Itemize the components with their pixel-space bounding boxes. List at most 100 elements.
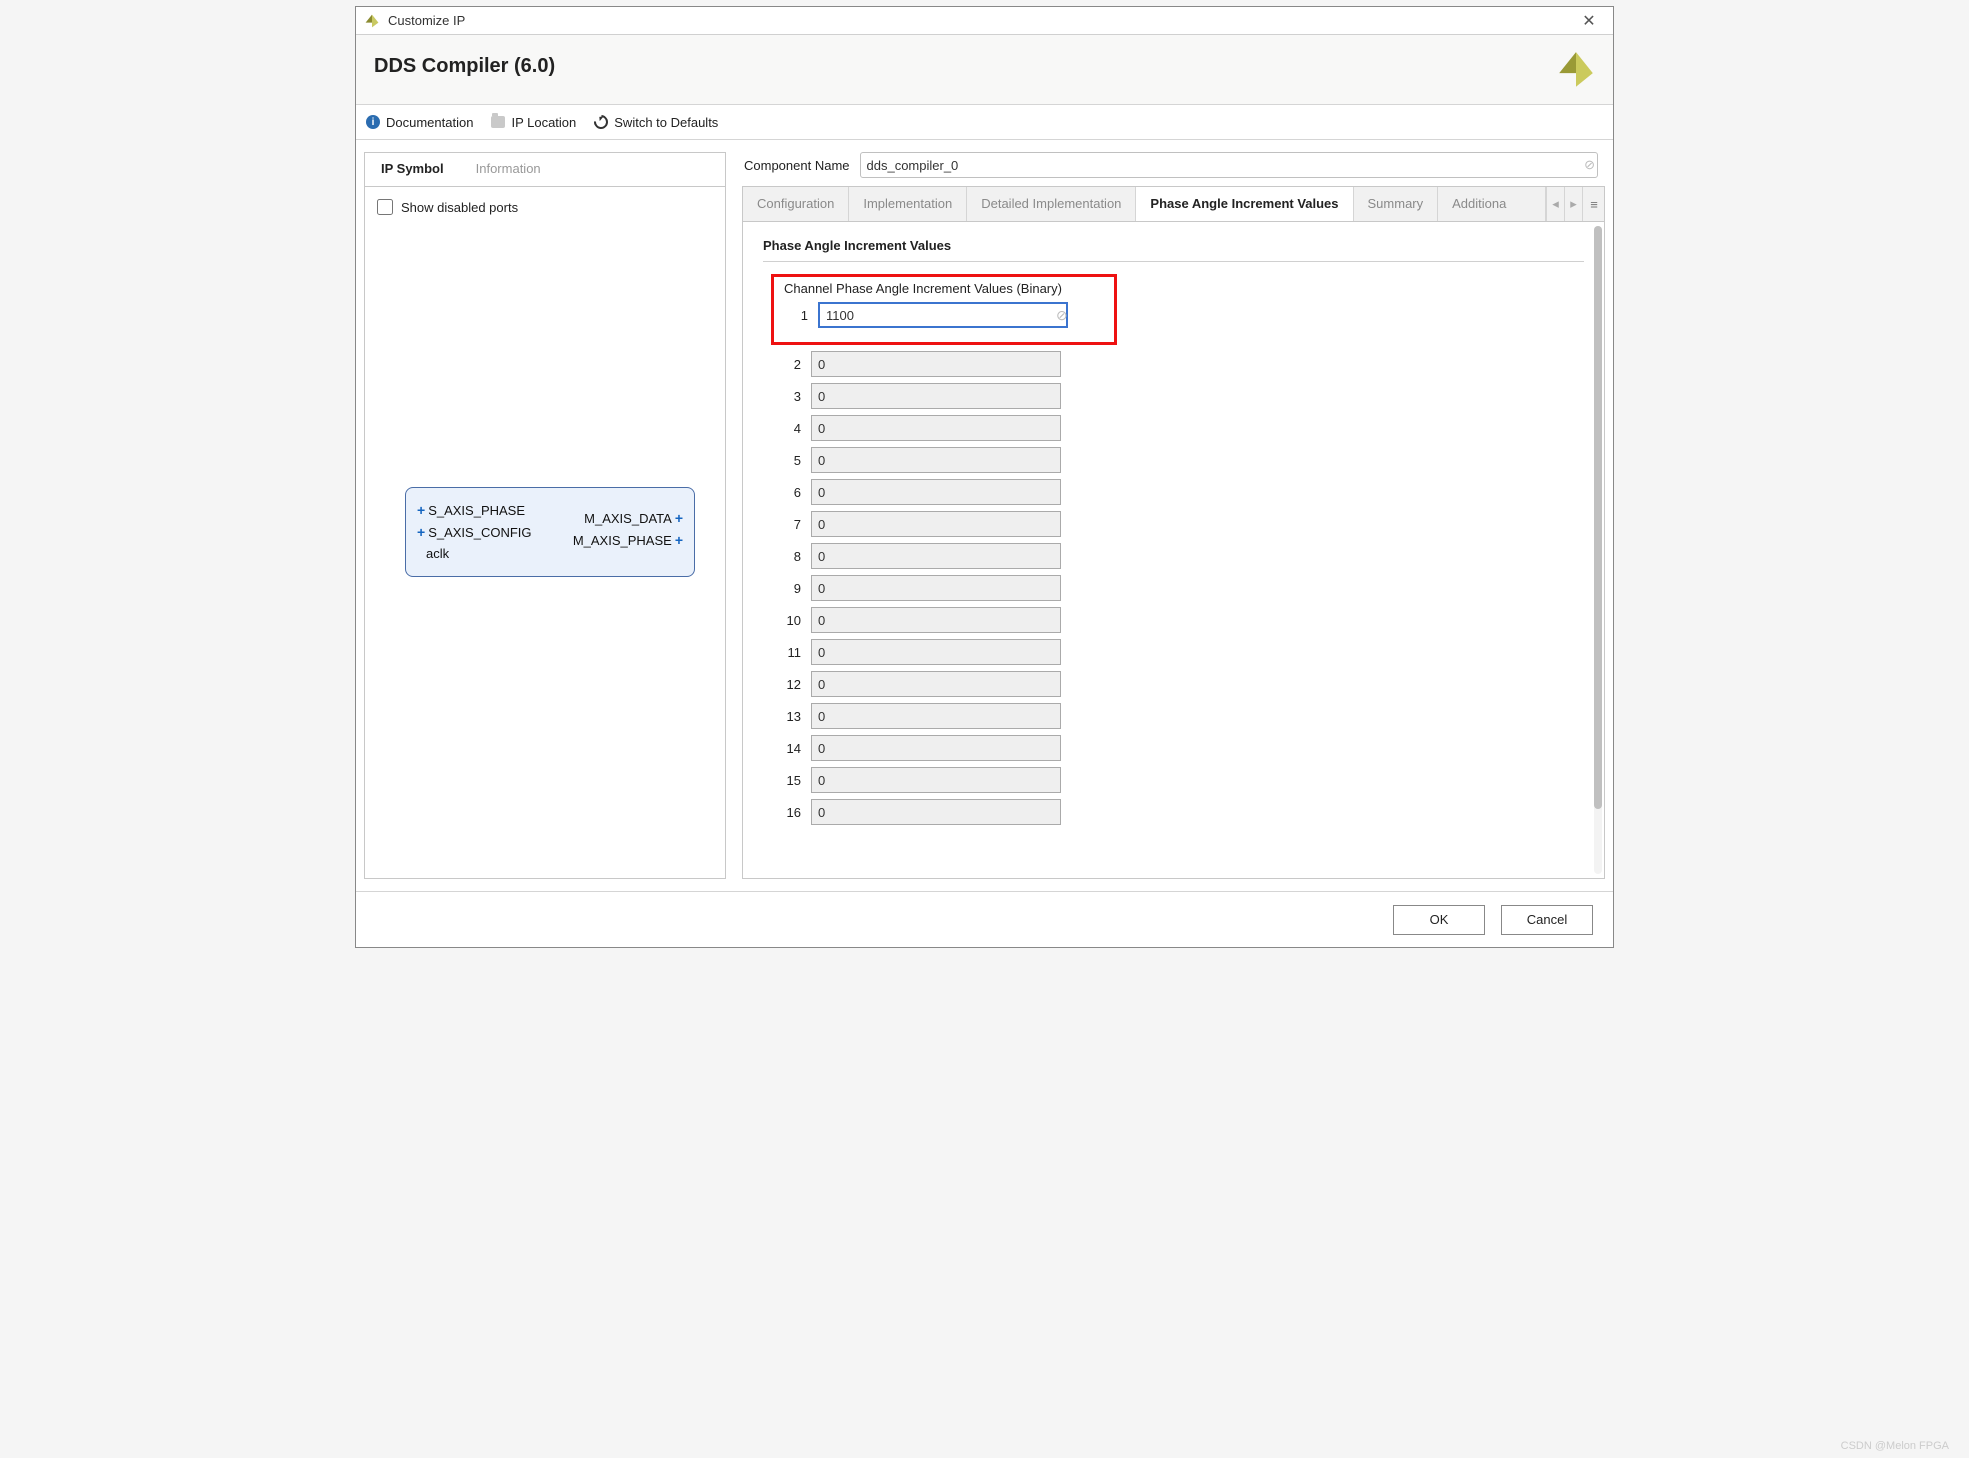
dialog-footer: OK Cancel <box>356 891 1613 947</box>
switch-defaults-link[interactable]: Switch to Defaults <box>594 115 718 130</box>
row-index: 14 <box>777 741 801 756</box>
value-row-1: 1 ⊘ <box>784 302 1108 328</box>
value-row-9: 9 <box>777 575 1584 601</box>
config-panel: Component Name ⊘ Configuration Implement… <box>742 152 1605 879</box>
row-index: 4 <box>777 421 801 436</box>
expand-icon[interactable]: + <box>675 510 683 526</box>
scrollbar-thumb[interactable] <box>1594 226 1602 809</box>
channel-value-input-6[interactable] <box>811 479 1061 505</box>
documentation-link[interactable]: i Documentation <box>366 115 473 130</box>
expand-icon[interactable]: + <box>417 524 425 540</box>
channel-value-input-4[interactable] <box>811 415 1061 441</box>
channel-value-input-2[interactable] <box>811 351 1061 377</box>
component-name-input[interactable] <box>860 152 1599 178</box>
channel-value-input-8[interactable] <box>811 543 1061 569</box>
row-index: 10 <box>777 613 801 628</box>
row-index: 6 <box>777 485 801 500</box>
channel-value-input-9[interactable] <box>811 575 1061 601</box>
component-name-row: Component Name ⊘ <box>742 152 1605 186</box>
row-index: 12 <box>777 677 801 692</box>
tab-configuration[interactable]: Configuration <box>743 187 849 221</box>
channel-value-input-11[interactable] <box>811 639 1061 665</box>
tab-detailed-implementation[interactable]: Detailed Implementation <box>967 187 1136 221</box>
row-index: 11 <box>777 645 801 660</box>
show-disabled-ports-label: Show disabled ports <box>401 200 518 215</box>
row-index: 2 <box>777 357 801 372</box>
value-row-10: 10 <box>777 607 1584 633</box>
channel-value-input-10[interactable] <box>811 607 1061 633</box>
value-row-2: 2 <box>777 351 1584 377</box>
header-toolbar: i Documentation IP Location Switch to Def… <box>356 104 1613 140</box>
value-rows-container: 2 3 4 5 6 7 8 9 10 11 12 13 14 15 16 <box>763 351 1584 825</box>
channel-value-input-16[interactable] <box>811 799 1061 825</box>
row-index: 3 <box>777 389 801 404</box>
value-row-7: 7 <box>777 511 1584 537</box>
tab-summary[interactable]: Summary <box>1354 187 1439 221</box>
tab-phase-angle-increment[interactable]: Phase Angle Increment Values <box>1136 187 1353 221</box>
value-row-3: 3 <box>777 383 1584 409</box>
row-index: 1 <box>784 308 808 323</box>
scrollbar[interactable] <box>1594 226 1602 874</box>
row-index: 5 <box>777 453 801 468</box>
switch-defaults-label: Switch to Defaults <box>614 115 718 130</box>
clear-icon[interactable]: ⊘ <box>1584 157 1595 173</box>
channel-value-input-5[interactable] <box>811 447 1061 473</box>
value-row-13: 13 <box>777 703 1584 729</box>
documentation-label: Documentation <box>386 115 473 130</box>
tab-information[interactable]: Information <box>460 153 557 186</box>
window-title: Customize IP <box>388 13 1573 28</box>
group-title: Channel Phase Angle Increment Values (Bi… <box>784 281 1108 296</box>
phase-angle-tab-content: Phase Angle Increment Values Channel Pha… <box>742 222 1605 879</box>
info-icon: i <box>366 115 380 129</box>
value-row-16: 16 <box>777 799 1584 825</box>
port-m-axis-data: M_AXIS_DATA+ <box>584 510 686 526</box>
show-disabled-ports-checkbox[interactable] <box>377 199 393 215</box>
dialog-body: IP Symbol Information Show disabled port… <box>356 140 1613 891</box>
value-row-15: 15 <box>777 767 1584 793</box>
ip-title: DDS Compiler (6.0) <box>374 55 1595 78</box>
row-index: 8 <box>777 549 801 564</box>
row-index: 9 <box>777 581 801 596</box>
config-tabs: Configuration Implementation Detailed Im… <box>742 186 1605 222</box>
tabs-scroll-left[interactable]: ◂ <box>1546 187 1564 221</box>
tabs-scroll-right[interactable]: ▸ <box>1564 187 1582 221</box>
channel-value-input-13[interactable] <box>811 703 1061 729</box>
channel-value-input-1[interactable] <box>818 302 1068 328</box>
tabs-menu-icon[interactable]: ≡ <box>1582 187 1604 221</box>
watermark: CSDN @Melon FPGA <box>1841 1440 1949 1452</box>
port-s-axis-phase: +S_AXIS_PHASE <box>414 502 525 518</box>
close-button[interactable]: ✕ <box>1573 11 1605 31</box>
tab-ip-symbol[interactable]: IP Symbol <box>365 153 460 186</box>
expand-icon[interactable]: + <box>417 502 425 518</box>
ip-block-diagram: +S_AXIS_PHASE +S_AXIS_CONFIG aclk M_AXIS… <box>405 487 695 577</box>
ip-location-label: IP Location <box>511 115 576 130</box>
ok-button[interactable]: OK <box>1393 905 1485 935</box>
folder-icon <box>491 116 505 128</box>
row-index: 13 <box>777 709 801 724</box>
customize-ip-dialog: Customize IP ✕ DDS Compiler (6.0) i Docum… <box>355 6 1614 948</box>
value-row-12: 12 <box>777 671 1584 697</box>
channel-value-input-14[interactable] <box>811 735 1061 761</box>
port-aclk: aclk <box>426 546 449 561</box>
tab-implementation[interactable]: Implementation <box>849 187 967 221</box>
vendor-logo-icon <box>1555 49 1597 91</box>
expand-icon[interactable]: + <box>675 532 683 548</box>
show-disabled-ports-row[interactable]: Show disabled ports <box>377 199 713 215</box>
cancel-button[interactable]: Cancel <box>1501 905 1593 935</box>
channel-value-input-15[interactable] <box>811 767 1061 793</box>
ip-location-link[interactable]: IP Location <box>491 115 576 130</box>
value-row-5: 5 <box>777 447 1584 473</box>
clear-icon[interactable]: ⊘ <box>1056 307 1068 324</box>
value-row-4: 4 <box>777 415 1584 441</box>
channel-value-input-3[interactable] <box>811 383 1061 409</box>
channel-value-input-7[interactable] <box>811 511 1061 537</box>
tab-additional[interactable]: Additiona <box>1438 187 1546 221</box>
section-title: Phase Angle Increment Values <box>763 238 1584 262</box>
port-s-axis-config: +S_AXIS_CONFIG <box>414 524 532 540</box>
left-tabs: IP Symbol Information <box>365 153 725 187</box>
port-m-axis-phase: M_AXIS_PHASE+ <box>573 532 686 548</box>
channel-value-input-12[interactable] <box>811 671 1061 697</box>
value-row-6: 6 <box>777 479 1584 505</box>
row-index: 15 <box>777 773 801 788</box>
ip-symbol-body: Show disabled ports +S_AXIS_PHASE +S_AXI… <box>365 187 725 878</box>
